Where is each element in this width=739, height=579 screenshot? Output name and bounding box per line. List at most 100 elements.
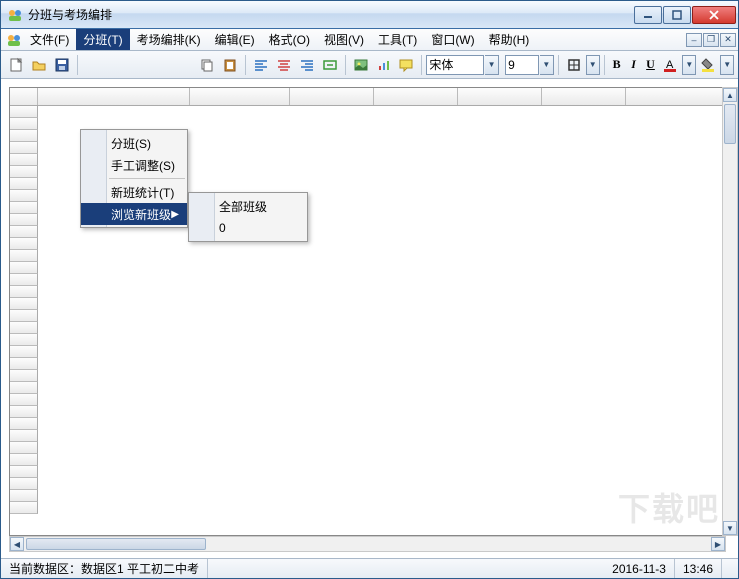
underline-button[interactable]: U: [643, 54, 659, 76]
scroll-up-button[interactable]: ▲: [723, 88, 737, 102]
row-header[interactable]: [10, 454, 38, 466]
column-header[interactable]: [374, 88, 458, 105]
menu-view[interactable]: 视图(V): [317, 29, 371, 50]
row-header[interactable]: [10, 358, 38, 370]
row-header[interactable]: [10, 298, 38, 310]
row-header[interactable]: [10, 262, 38, 274]
row-header[interactable]: [10, 130, 38, 142]
column-header[interactable]: [38, 88, 190, 105]
row-header[interactable]: [10, 214, 38, 226]
menu-item-browse-new-class[interactable]: 浏览新班级 ▶: [81, 203, 187, 225]
row-header[interactable]: [10, 310, 38, 322]
image-button[interactable]: [350, 54, 372, 76]
row-header[interactable]: [10, 226, 38, 238]
menu-format[interactable]: 格式(O): [262, 29, 317, 50]
row-header[interactable]: [10, 166, 38, 178]
font-combo[interactable]: 宋体: [426, 55, 484, 75]
save-button[interactable]: [51, 54, 73, 76]
row-header[interactable]: [10, 154, 38, 166]
menu-exam[interactable]: 考场编排(K): [130, 29, 208, 50]
fill-color-button[interactable]: [697, 54, 719, 76]
row-header[interactable]: [10, 430, 38, 442]
row-header[interactable]: [10, 418, 38, 430]
scroll-left-button[interactable]: ◀: [10, 537, 24, 551]
submenu-item-all-classes[interactable]: 全部班级: [189, 195, 307, 217]
row-header[interactable]: [10, 286, 38, 298]
menu-item-new-class-stats[interactable]: 新班统计(T): [81, 181, 187, 203]
vertical-scrollbar[interactable]: ▲ ▼: [722, 87, 738, 536]
row-header[interactable]: [10, 106, 38, 118]
row-header[interactable]: [10, 118, 38, 130]
horizontal-scroll-thumb[interactable]: [26, 538, 206, 550]
row-header[interactable]: [10, 322, 38, 334]
column-header[interactable]: [290, 88, 374, 105]
fill-color-dropdown-arrow[interactable]: ▼: [720, 55, 734, 75]
bold-button[interactable]: B: [609, 54, 625, 76]
scroll-down-button[interactable]: ▼: [723, 521, 737, 535]
row-header[interactable]: [10, 274, 38, 286]
menu-item-divide[interactable]: 分班(S): [81, 132, 187, 154]
vertical-scroll-thumb[interactable]: [724, 104, 736, 144]
menu-item-manual-adjust[interactable]: 手工调整(S): [81, 154, 187, 176]
menu-file[interactable]: 文件(F): [23, 29, 76, 50]
paste-button[interactable]: [219, 54, 241, 76]
menu-help[interactable]: 帮助(H): [482, 29, 537, 50]
row-header[interactable]: [10, 478, 38, 490]
menu-divide[interactable]: 分班(T): [76, 29, 129, 50]
open-button[interactable]: [28, 54, 50, 76]
row-header[interactable]: [10, 394, 38, 406]
row-header[interactable]: [10, 370, 38, 382]
row-header[interactable]: [10, 178, 38, 190]
row-header[interactable]: [10, 334, 38, 346]
menu-edit[interactable]: 编辑(E): [208, 29, 262, 50]
row-header[interactable]: [10, 490, 38, 502]
column-header[interactable]: [626, 88, 725, 105]
border-dropdown-arrow[interactable]: ▼: [586, 55, 600, 75]
close-button[interactable]: [692, 6, 736, 24]
merge-button[interactable]: [319, 54, 341, 76]
align-left-button[interactable]: [250, 54, 272, 76]
row-header[interactable]: [10, 250, 38, 262]
submenu-item-zero[interactable]: 0: [189, 217, 307, 239]
horizontal-scrollbar[interactable]: ◀ ▶: [9, 536, 726, 552]
align-center-button[interactable]: [273, 54, 295, 76]
grid-corner[interactable]: [10, 88, 38, 105]
new-button[interactable]: [5, 54, 27, 76]
column-header[interactable]: [458, 88, 542, 105]
maximize-button[interactable]: [663, 6, 691, 24]
row-header[interactable]: [10, 346, 38, 358]
toolbar-separator: [558, 55, 559, 75]
menu-window[interactable]: 窗口(W): [424, 29, 481, 50]
menubar: 文件(F) 分班(T) 考场编排(K) 编辑(E) 格式(O) 视图(V) 工具…: [1, 29, 738, 51]
menu-tools[interactable]: 工具(T): [371, 29, 424, 50]
copy-button[interactable]: [196, 54, 218, 76]
size-combo-arrow[interactable]: ▼: [540, 55, 554, 75]
scroll-right-button[interactable]: ▶: [711, 537, 725, 551]
row-header[interactable]: [10, 502, 38, 514]
chart-button[interactable]: [373, 54, 395, 76]
mdi-minimize-button[interactable]: –: [686, 33, 702, 47]
minimize-button[interactable]: [634, 6, 662, 24]
column-header[interactable]: [190, 88, 290, 105]
mdi-close-button[interactable]: ✕: [720, 33, 736, 47]
toolbar-separator: [345, 55, 346, 75]
row-header[interactable]: [10, 382, 38, 394]
comment-button[interactable]: [396, 54, 418, 76]
row-header[interactable]: [10, 442, 38, 454]
row-header[interactable]: [10, 406, 38, 418]
font-color-button[interactable]: A: [659, 54, 681, 76]
italic-button[interactable]: I: [626, 54, 642, 76]
row-header[interactable]: [10, 202, 38, 214]
row-header[interactable]: [10, 238, 38, 250]
align-right-button[interactable]: [296, 54, 318, 76]
toolbar-separator: [604, 55, 605, 75]
row-header[interactable]: [10, 142, 38, 154]
row-header[interactable]: [10, 466, 38, 478]
mdi-restore-button[interactable]: ❐: [703, 33, 719, 47]
size-combo[interactable]: 9: [505, 55, 539, 75]
border-button[interactable]: [563, 54, 585, 76]
column-header[interactable]: [542, 88, 626, 105]
row-header[interactable]: [10, 190, 38, 202]
font-combo-arrow[interactable]: ▼: [485, 55, 499, 75]
font-color-dropdown-arrow[interactable]: ▼: [682, 55, 696, 75]
